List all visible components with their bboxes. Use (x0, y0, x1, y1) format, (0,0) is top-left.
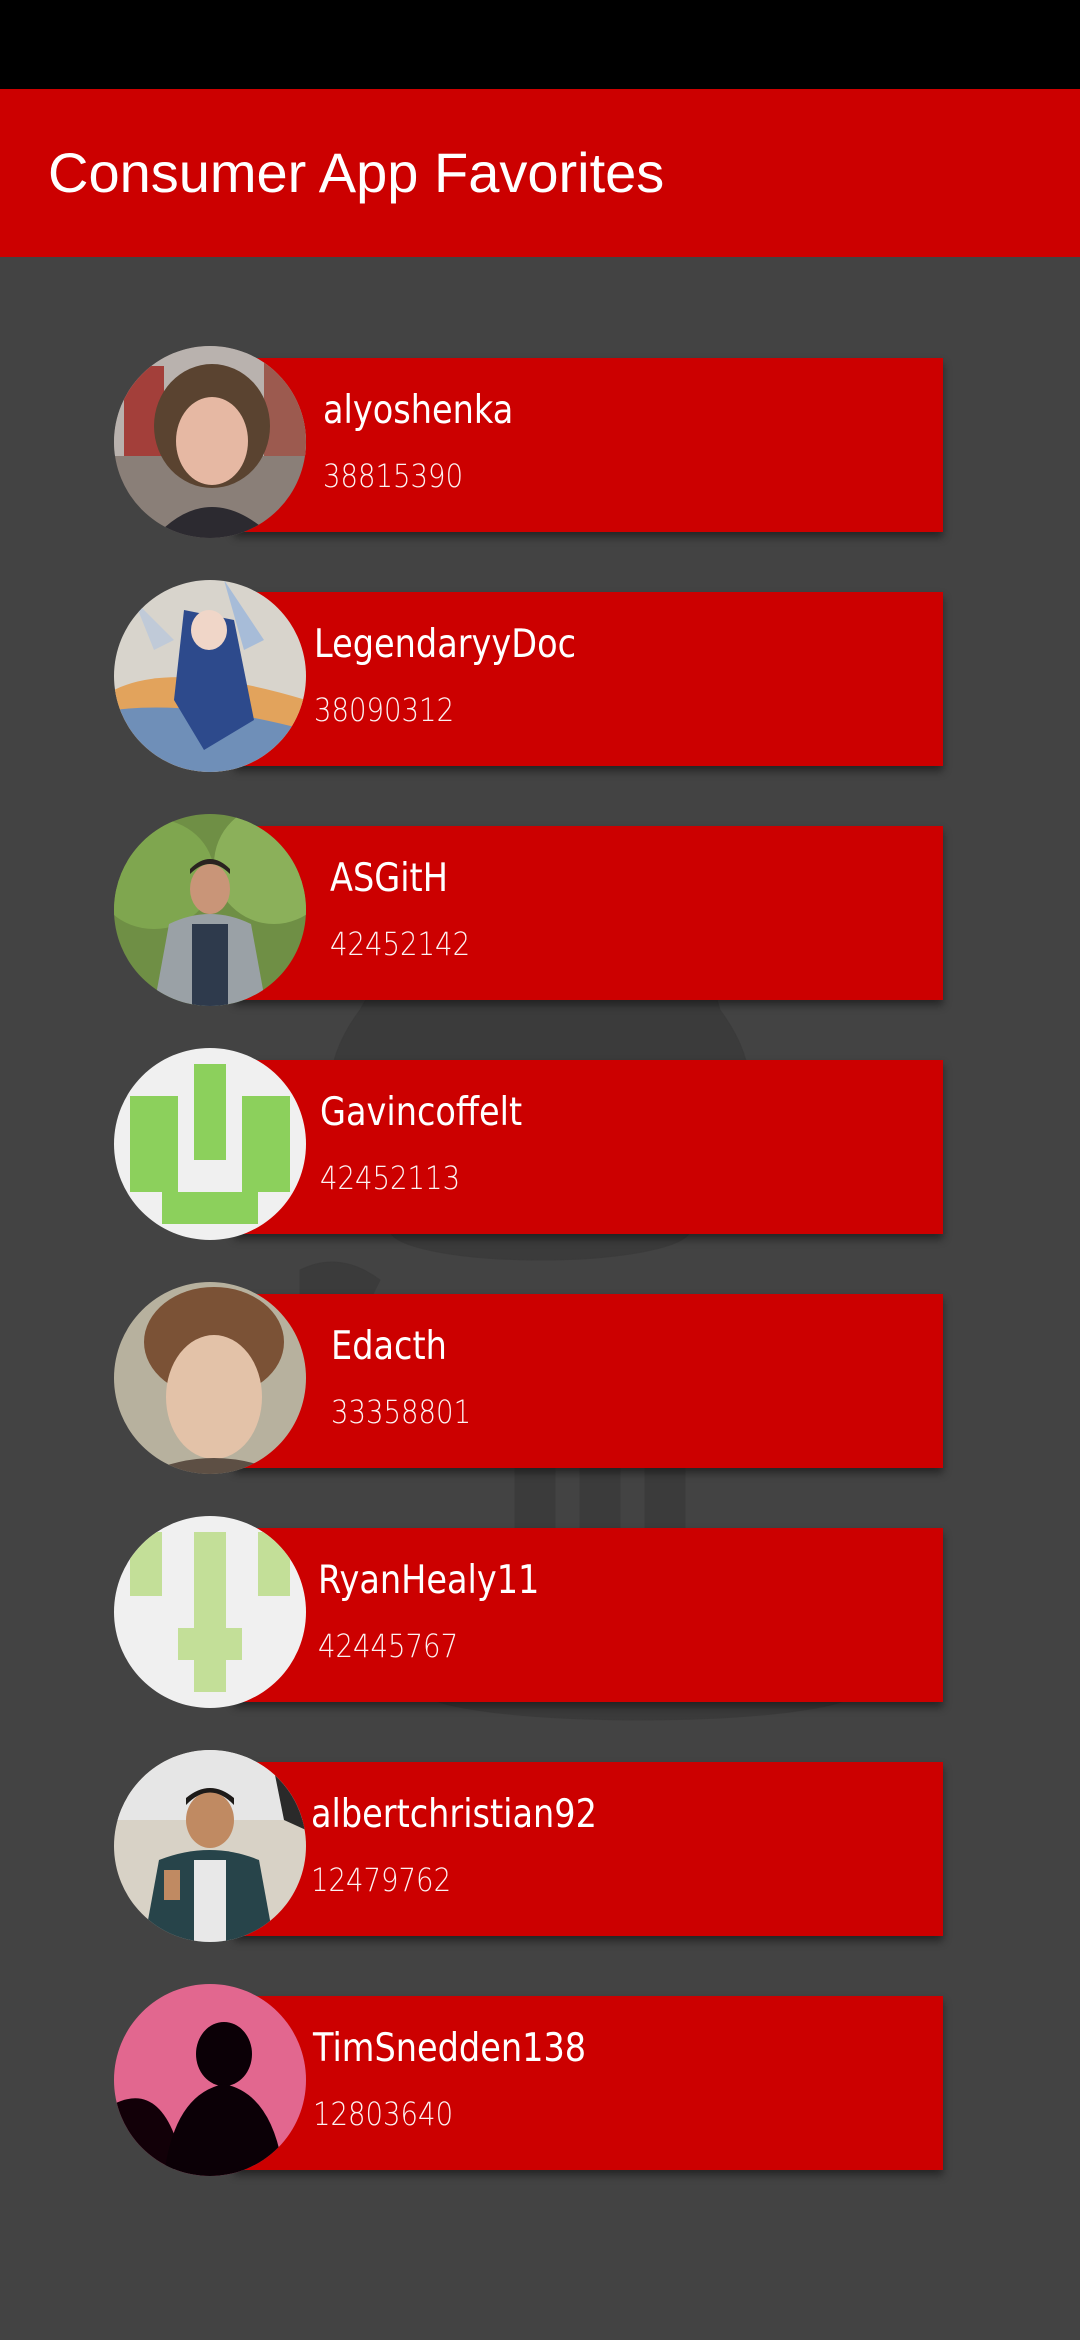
card-background (234, 358, 943, 532)
user-id: 12479762 (311, 1861, 452, 1899)
list-item[interactable]: alyoshenka 38815390 (114, 346, 943, 538)
user-id: 42452142 (330, 925, 471, 963)
list-item[interactable]: Gavincoffelt 42452113 (114, 1048, 943, 1240)
favorites-list: alyoshenka 38815390 LegendaryyDoc 380903… (0, 0, 1080, 2340)
user-id: 42445767 (318, 1627, 459, 1665)
card-background (234, 826, 943, 1000)
user-id: 38815390 (323, 457, 464, 495)
list-item[interactable]: Edacth 33358801 (114, 1282, 943, 1474)
user-id: 12803640 (313, 2095, 454, 2133)
list-item[interactable]: LegendaryyDoc 38090312 (114, 580, 943, 772)
username: albertchristian92 (311, 1792, 597, 1837)
avatar (114, 1048, 306, 1240)
card-background (234, 592, 943, 766)
list-item[interactable]: TimSnedden138 12803640 (114, 1984, 943, 2176)
card-background (234, 1294, 943, 1468)
card-background (234, 1762, 943, 1936)
user-id: 42452113 (320, 1159, 461, 1197)
list-item[interactable]: RyanHealy11 42445767 (114, 1516, 943, 1708)
username: alyoshenka (323, 388, 514, 433)
avatar (114, 1516, 306, 1708)
avatar (114, 1984, 306, 2176)
card-background (234, 1060, 943, 1234)
avatar (114, 814, 306, 1006)
avatar (114, 580, 306, 772)
username: ASGitH (330, 856, 448, 901)
username: LegendaryyDoc (314, 622, 577, 667)
avatar (114, 346, 306, 538)
username: TimSnedden138 (313, 2026, 587, 2071)
card-background (234, 1528, 943, 1702)
username: Edacth (331, 1324, 447, 1369)
list-item[interactable]: ASGitH 42452142 (114, 814, 943, 1006)
card-background (234, 1996, 943, 2170)
list-item[interactable]: albertchristian92 12479762 (114, 1750, 943, 1942)
username: RyanHealy11 (318, 1558, 540, 1603)
user-id: 33358801 (331, 1393, 472, 1431)
avatar (114, 1750, 306, 1942)
user-id: 38090312 (314, 691, 455, 729)
avatar (114, 1282, 306, 1474)
username: Gavincoffelt (320, 1090, 523, 1135)
